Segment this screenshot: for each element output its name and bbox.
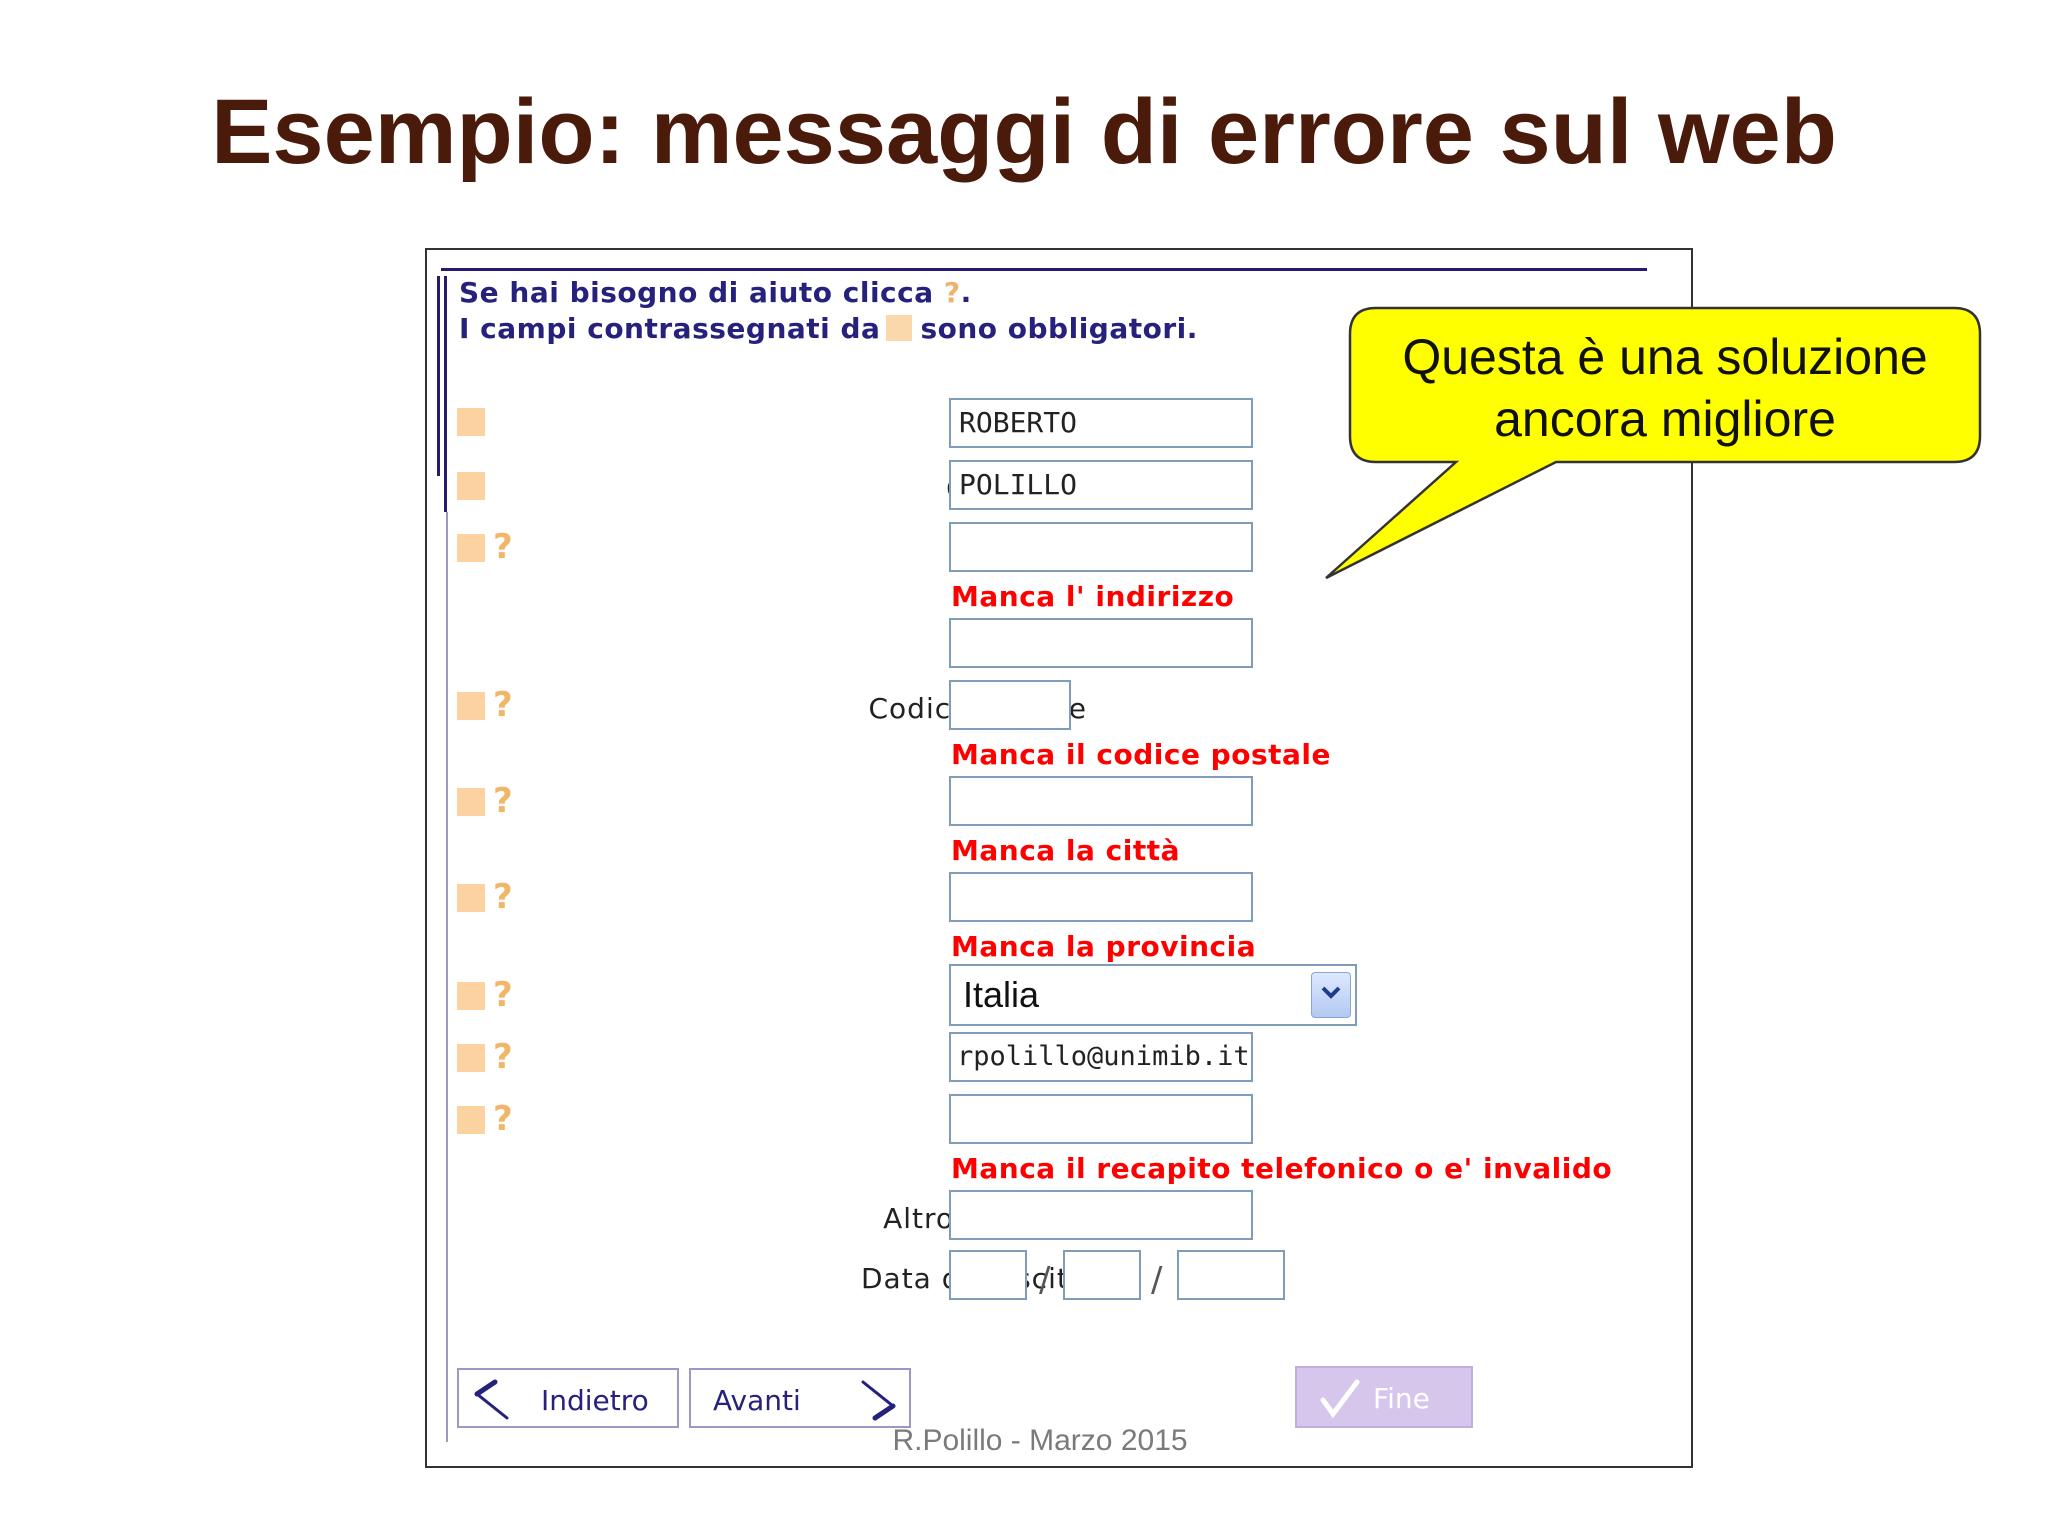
next-arrow-icon <box>861 1380 896 1421</box>
slide-footer: R.Polillo - Marzo 2015 <box>892 1424 1188 1457</box>
required-square-icon <box>457 692 485 720</box>
required-square-icon <box>886 315 913 341</box>
required-square-icon <box>457 408 485 436</box>
chevron-down-icon[interactable] <box>1311 972 1351 1018</box>
indirizzo-input[interactable] <box>949 522 1253 572</box>
date-separator: / <box>1151 1260 1163 1300</box>
required-instruction: I campi contrassegnati da sono obbligator… <box>459 312 1198 345</box>
next-button[interactable]: Avanti <box>689 1368 911 1428</box>
required-square-icon <box>457 884 485 912</box>
email-input[interactable]: rpolillo@unimib.it <box>949 1032 1253 1082</box>
required-square-icon <box>457 534 485 562</box>
indirizzo-error: Manca l' indirizzo <box>951 580 1235 613</box>
codice-postale-error: Manca il codice postale <box>951 738 1331 771</box>
provincia-error: Manca la provincia <box>951 930 1257 963</box>
required-square-icon <box>457 1106 485 1134</box>
required-square-icon <box>457 1044 485 1072</box>
birth-day-input[interactable] <box>949 1250 1027 1300</box>
codice-postale-input[interactable] <box>949 680 1071 730</box>
date-separator: / <box>1039 1260 1051 1300</box>
citta-input[interactable] <box>949 776 1253 826</box>
side-rule <box>437 276 440 476</box>
side-rule <box>444 276 447 512</box>
back-arrow-icon <box>474 1379 509 1420</box>
citta-error: Manca la città <box>951 834 1181 867</box>
side-rule <box>446 512 448 1442</box>
back-button[interactable]: Indietro <box>457 1368 679 1428</box>
required-square-icon <box>457 472 485 500</box>
telefono-input[interactable] <box>949 1094 1253 1144</box>
question-mark-icon[interactable]: ? <box>944 276 961 309</box>
altro-telefono-input[interactable] <box>949 1190 1253 1240</box>
nome-input[interactable]: ROBERTO <box>949 398 1253 448</box>
provincia-input[interactable] <box>949 872 1253 922</box>
check-icon <box>1320 1379 1360 1419</box>
birth-year-input[interactable] <box>1177 1250 1285 1300</box>
top-divider <box>441 268 1647 271</box>
cognome-input[interactable]: POLILLO <box>949 460 1253 510</box>
birth-month-input[interactable] <box>1063 1250 1141 1300</box>
required-square-icon <box>457 788 485 816</box>
telefono-error: Manca il recapito telefonico o e' invali… <box>951 1152 1613 1185</box>
required-square-icon <box>457 982 485 1010</box>
slide-title: Esempio: messaggi di errore sul web <box>211 81 1837 183</box>
indirizzo-input-2[interactable] <box>949 618 1253 668</box>
finish-button[interactable]: Fine <box>1295 1366 1473 1428</box>
help-instruction: Se hai bisogno di aiuto clicca ?. <box>459 276 972 309</box>
nazione-selected-value: Italia <box>963 974 1040 1015</box>
callout-text: Questa è una soluzione ancora migliore <box>1402 329 1928 447</box>
nazione-select[interactable]: Italia <box>949 964 1357 1026</box>
